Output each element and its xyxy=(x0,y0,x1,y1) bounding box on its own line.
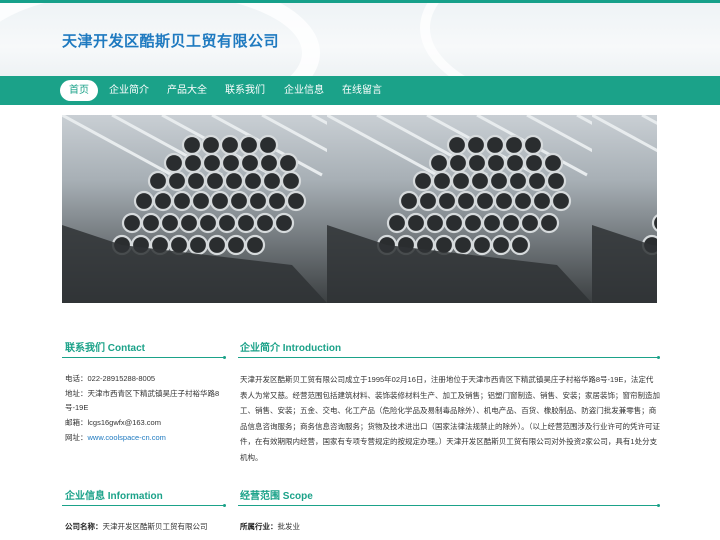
banner-image xyxy=(62,115,657,303)
nav-item-message[interactable]: 在线留言 xyxy=(339,80,385,101)
intro-text: 天津开发区酷斯贝工贸有限公司成立于1995年02月16日，注册地位于天津市西青区… xyxy=(240,375,660,462)
intro-title: 企业简介 Introduction xyxy=(240,343,342,354)
contact-phone: 电话：022-28915288-8005 xyxy=(65,374,156,383)
site-header: 天津开发区酷斯贝工贸有限公司 xyxy=(0,0,720,76)
section-divider xyxy=(62,504,226,507)
section-divider xyxy=(238,356,660,359)
contact-address: 地址：天津市西青区下精武镇昊庄子村裕华路8 xyxy=(65,389,220,398)
nav-item-company-info[interactable]: 企业信息 xyxy=(281,80,327,101)
header-decoration xyxy=(420,3,720,76)
nav-item-about[interactable]: 企业简介 xyxy=(106,80,152,101)
scope-title: 经营范围 Scope xyxy=(240,491,313,502)
site-title[interactable]: 天津开发区酷斯贝工贸有限公司 xyxy=(62,30,279,51)
website-link[interactable]: www.coolspace-cn.com xyxy=(88,433,166,442)
company-name-row: 公司名称：天津开发区酷斯贝工贸有限公司 xyxy=(65,520,208,535)
pipes-photo xyxy=(592,115,657,303)
industry-label: 所属行业： xyxy=(240,522,278,531)
contact-website: 网址：www.coolspace-cn.com xyxy=(65,431,166,446)
contact-title: 联系我们 Contact xyxy=(65,343,145,354)
industry-row: 所属行业：批发业 xyxy=(240,520,300,535)
company-name-label: 公司名称： xyxy=(65,522,103,531)
nav-item-contact[interactable]: 联系我们 xyxy=(222,80,268,101)
website-label: 网址： xyxy=(65,433,88,442)
industry-value: 批发业 xyxy=(277,522,301,531)
nav-item-home[interactable]: 首页 xyxy=(60,80,98,101)
main-nav: 首页 企业简介 产品大全 联系我们 企业信息 在线留言 xyxy=(0,76,720,105)
company-info-title: 企业信息 Information xyxy=(65,491,163,502)
contact-address-cont: 号-19E xyxy=(65,403,89,412)
pipes-photo xyxy=(62,115,327,303)
section-divider xyxy=(62,356,226,359)
pipes-photo xyxy=(327,115,592,303)
section-divider xyxy=(238,504,660,507)
contact-email: 邮箱：lcgs16gwfx@163.com xyxy=(65,418,161,427)
company-name-value: 天津开发区酷斯贝工贸有限公司 xyxy=(102,522,208,531)
nav-item-products[interactable]: 产品大全 xyxy=(164,80,210,101)
